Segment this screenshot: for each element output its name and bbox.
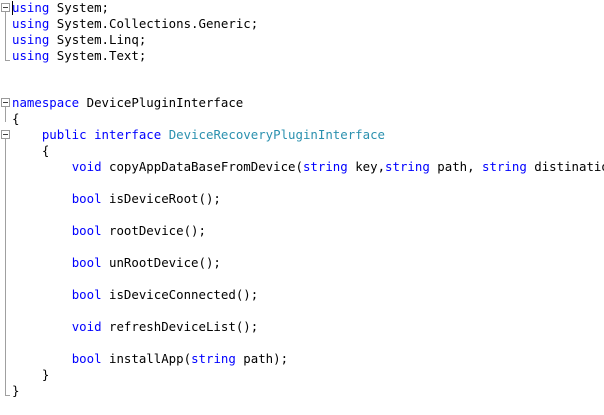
method-is-device-root: bool isDeviceRoot(); [71,191,221,206]
method-root-device: bool rootDevice(); [71,223,206,238]
method-unroot-device: bool unRootDevice(); [71,255,221,270]
using-line-linq: using System.Linq; [12,32,147,47]
collapse-usings-icon[interactable] [1,3,10,12]
interface-declaration: public interface DeviceRecoveryPluginInt… [41,127,386,142]
namespace-declaration: namespace DevicePluginInterface [12,95,244,110]
using-line-text: using System.Text; [12,48,147,63]
interface-open-brace: { [41,143,50,158]
usings-fold-end [5,60,10,61]
method-refresh-device-list: void refreshDeviceList(); [71,319,259,334]
namespace-fold-line [5,107,6,122]
fold-gutter [0,0,12,415]
interface-close-brace: } [41,367,50,382]
usings-fold-line [5,12,6,60]
method-install-app: bool installApp(string path); [71,351,289,366]
collapse-interface-icon[interactable] [1,130,10,139]
collapse-namespace-icon[interactable] [1,98,10,107]
namespace-fold-end [5,395,10,396]
method-copy-app-database: void copyAppDataBaseFromDevice(string ke… [71,159,604,174]
namespace-open-brace: { [12,111,20,126]
using-line-collections-generic: using System.Collections.Generic; [12,16,259,31]
using-line-system: using System; [12,0,109,15]
namespace-close-brace: } [12,383,20,398]
code-editor[interactable]: using System; using System.Collections.G… [0,0,604,415]
method-is-device-connected: bool isDeviceConnected(); [71,287,259,302]
interface-fold-line [5,139,6,395]
